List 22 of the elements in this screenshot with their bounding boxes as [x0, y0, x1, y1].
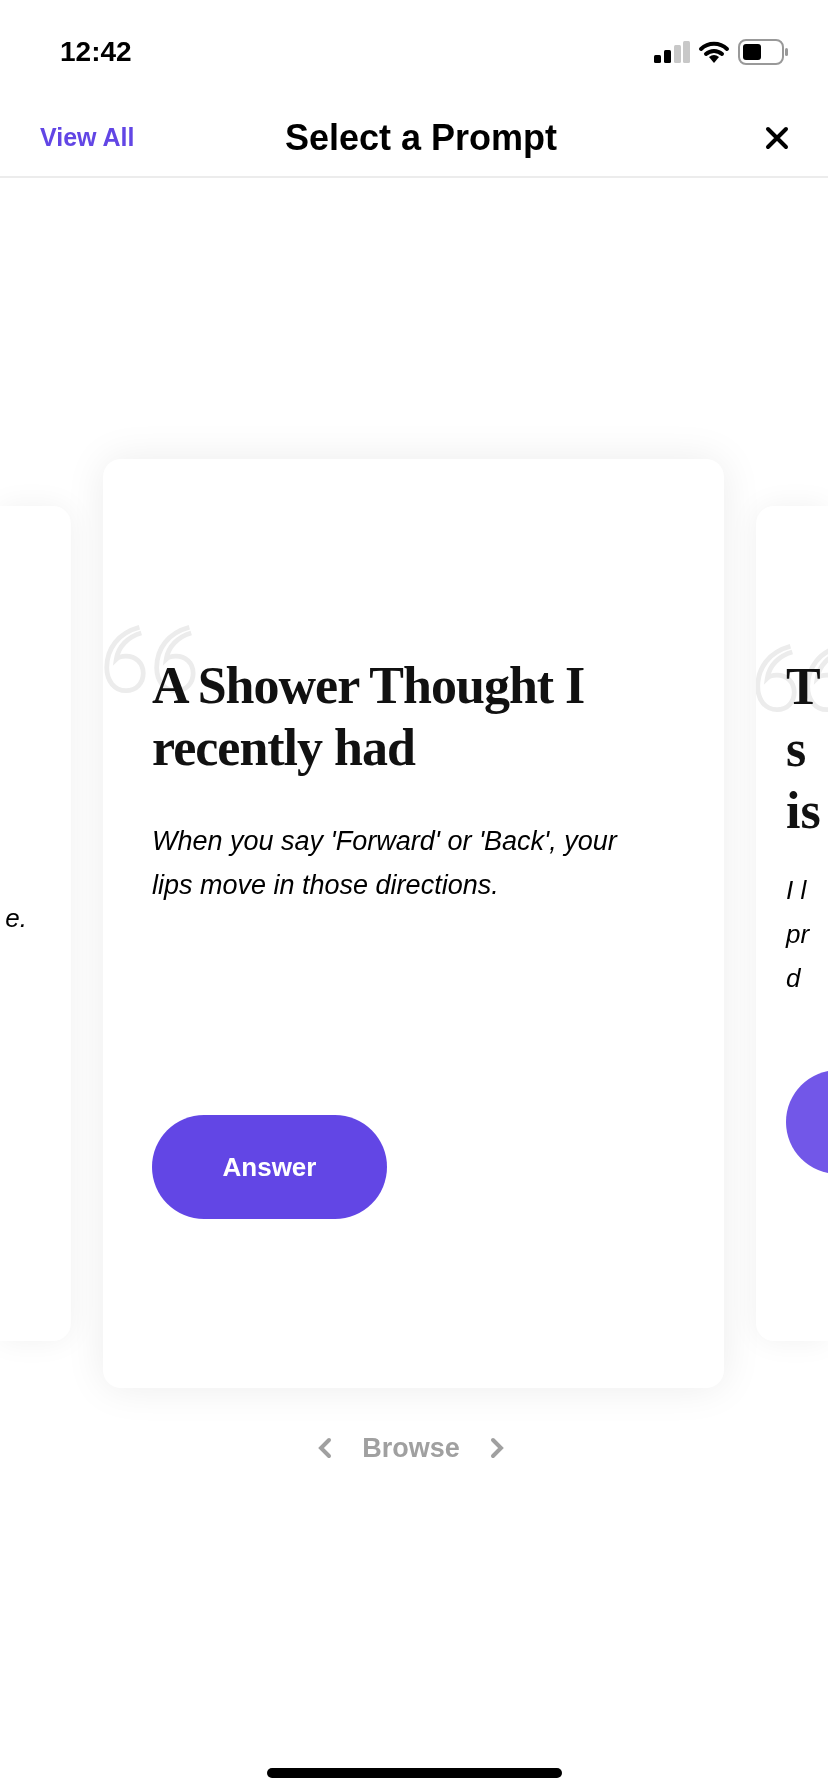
status-time: 12:42 — [60, 35, 132, 69]
prompt-title: T — [786, 657, 822, 717]
prompt-answer-text: When you say 'Forward' or 'Back', your lips move in those directions. — [152, 825, 619, 902]
battery-icon — [738, 39, 788, 65]
header-title: Select a Prompt — [284, 116, 558, 160]
chevron-left-icon[interactable] — [318, 1437, 333, 1460]
view-all-link[interactable]: View All — [40, 119, 135, 157]
browse-label: Browse — [362, 1432, 460, 1465]
prompt-answer-text: I l — [786, 874, 808, 907]
chevron-right-icon[interactable] — [489, 1437, 504, 1460]
prompt-card[interactable]: e. — [0, 506, 71, 1341]
answer-button[interactable]: Answer — [152, 1115, 387, 1219]
signal-icon — [654, 41, 690, 63]
prompt-answer-text: pr — [786, 918, 811, 951]
prompt-title: s — [786, 719, 808, 779]
prompt-card[interactable]: A Shower Thought I recently had When you say 'Forward' or 'Back', your lips move in those directions. Answer — [103, 459, 724, 1388]
prompt-title: A Shower Thought I recently had — [152, 656, 586, 778]
wifi-icon — [698, 40, 730, 64]
prompt-answer-text: d — [786, 962, 802, 995]
prompt-title: is — [786, 781, 822, 841]
prompt-answer-text: e. — [5, 902, 27, 935]
prompt-card[interactable]: T s is I l pr d — [756, 506, 828, 1341]
